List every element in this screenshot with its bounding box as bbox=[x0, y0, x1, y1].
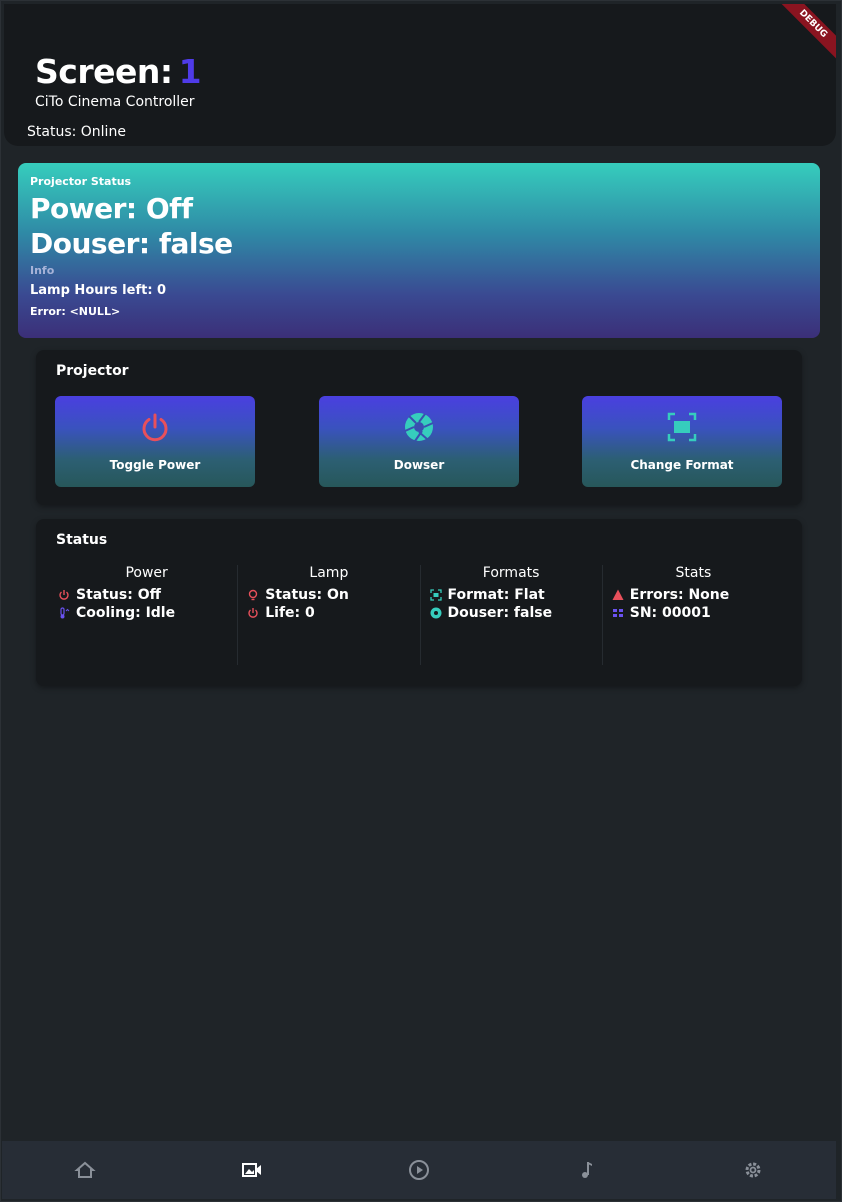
status-card: Status Power Status: Off Cooling: Idle L… bbox=[36, 519, 802, 686]
app-header: Screen: 1 CiTo Cinema Controller Status: … bbox=[4, 4, 836, 146]
projector-controls-card: Projector Toggle Power Dowser Change For… bbox=[36, 350, 802, 505]
status-column-stats: Stats Errors: None SN: 00001 bbox=[601, 565, 784, 665]
page-title: Screen: 1 bbox=[35, 52, 202, 91]
thermometer-icon bbox=[60, 607, 70, 619]
home-icon bbox=[74, 1161, 97, 1178]
power-state: Power: Off bbox=[30, 192, 193, 225]
lamp-hours: Lamp Hours left: 0 bbox=[30, 283, 167, 298]
status-row-text: Douser: false bbox=[447, 605, 553, 621]
nav-video[interactable] bbox=[232, 1150, 272, 1190]
aperture-icon bbox=[404, 413, 434, 442]
dowser-label: Dowser bbox=[393, 458, 445, 472]
music-icon bbox=[581, 1162, 592, 1178]
toggle-power-label: Toggle Power bbox=[109, 458, 201, 472]
status-row-text: Cooling: Idle bbox=[76, 605, 176, 621]
dowser-button[interactable]: Dowser bbox=[319, 396, 519, 487]
screen-title-label: Screen: bbox=[35, 52, 173, 91]
debug-banner: DEBUG bbox=[776, 4, 836, 64]
power-icon bbox=[248, 608, 258, 618]
status-columns: Power Status: Off Cooling: Idle Lamp Sta… bbox=[56, 565, 784, 665]
status-row-text: Format: Flat bbox=[447, 587, 545, 603]
column-heading: Stats bbox=[675, 565, 712, 581]
settings-icon bbox=[745, 1162, 761, 1178]
status-row: Cooling: Idle bbox=[58, 605, 237, 621]
status-row: SN: 00001 bbox=[612, 605, 784, 621]
power-icon bbox=[59, 590, 69, 600]
status-row: Status: On bbox=[247, 587, 419, 603]
app-subtitle: CiTo Cinema Controller bbox=[35, 94, 195, 110]
warning-icon bbox=[612, 589, 624, 600]
fullscreen-icon bbox=[429, 589, 442, 601]
screen-number: 1 bbox=[178, 52, 202, 91]
change-format-button[interactable]: Change Format bbox=[582, 396, 782, 487]
power-icon bbox=[142, 413, 168, 442]
connection-status: Status: Online bbox=[27, 124, 126, 140]
error-text: Error: <NULL> bbox=[30, 305, 121, 318]
projector-status-card: Projector Status Power: Off Douser: fals… bbox=[18, 163, 820, 338]
serial-icon bbox=[612, 609, 623, 617]
lightbulb-icon bbox=[249, 589, 258, 601]
status-row-text: Status: On bbox=[265, 587, 349, 603]
status-column-power: Power Status: Off Cooling: Idle bbox=[56, 565, 237, 665]
status-card-title: Status bbox=[56, 532, 108, 548]
aperture-icon bbox=[430, 607, 441, 619]
change-format-label: Change Format bbox=[630, 458, 734, 472]
nav-music[interactable] bbox=[566, 1150, 606, 1190]
projector-status-label: Projector Status bbox=[30, 175, 132, 188]
info-label: Info bbox=[30, 264, 55, 277]
video-icon bbox=[242, 1163, 262, 1177]
status-column-lamp: Lamp Status: On Life: 0 bbox=[237, 565, 419, 665]
status-row: Douser: false bbox=[430, 605, 602, 621]
app-frame: Screen: 1 CiTo Cinema Controller Status: … bbox=[0, 0, 842, 1202]
nav-settings[interactable] bbox=[733, 1150, 773, 1190]
status-row: Life: 0 bbox=[247, 605, 419, 621]
status-column-formats: Formats Format: Flat Douser: false bbox=[419, 565, 602, 665]
status-row-text: Errors: None bbox=[629, 587, 730, 603]
bottom-navigation bbox=[2, 1141, 836, 1199]
status-row-text: Status: Off bbox=[76, 587, 161, 603]
nav-play[interactable] bbox=[399, 1150, 439, 1190]
column-heading: Power bbox=[125, 565, 168, 581]
column-heading: Formats bbox=[482, 565, 540, 581]
nav-home[interactable] bbox=[65, 1150, 105, 1190]
status-row: Errors: None bbox=[612, 587, 784, 603]
status-row: Status: Off bbox=[58, 587, 237, 603]
douser-state: Douser: false bbox=[30, 227, 233, 260]
fullscreen-icon bbox=[667, 412, 697, 442]
column-heading: Lamp bbox=[309, 565, 349, 581]
status-row-text: Life: 0 bbox=[265, 605, 315, 621]
projector-card-title: Projector bbox=[56, 363, 129, 379]
toggle-power-button[interactable]: Toggle Power bbox=[55, 396, 255, 487]
debug-ribbon-label: DEBUG bbox=[776, 4, 836, 62]
status-row-text: SN: 00001 bbox=[629, 605, 711, 621]
play-icon bbox=[408, 1160, 429, 1180]
status-row: Format: Flat bbox=[429, 587, 602, 603]
